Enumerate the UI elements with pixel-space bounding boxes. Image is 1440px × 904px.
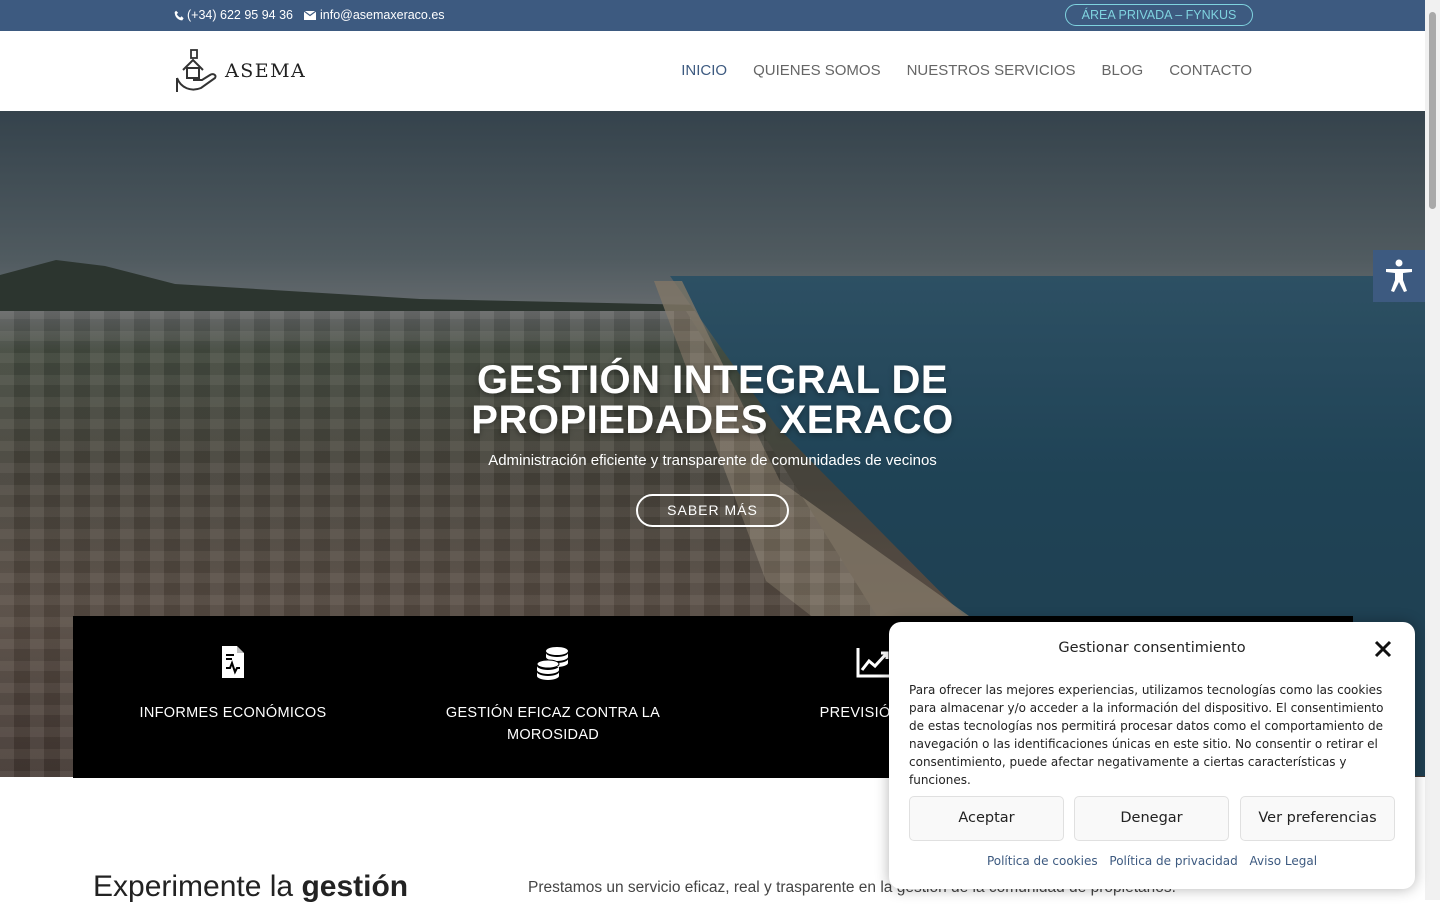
hero-subtitle: Administración eficiente y transparente …: [488, 452, 937, 469]
house-hand-logo-icon: [176, 49, 217, 92]
main-nav: INICIO QUIENES SOMOS NUESTROS SERVICIOS …: [681, 62, 1252, 79]
nav-item-quienes-somos[interactable]: QUIENES SOMOS: [753, 62, 881, 79]
page-scrollbar[interactable]: [1425, 0, 1440, 900]
envelope-icon: [304, 10, 316, 20]
close-icon[interactable]: [1373, 639, 1393, 659]
accept-button[interactable]: Aceptar: [909, 796, 1064, 841]
private-area-button[interactable]: ÁREA PRIVADA – FYNKUS: [1065, 4, 1253, 26]
feature-label: INFORMES ECONÓMICOS: [139, 705, 327, 721]
scrollbar-thumb[interactable]: [1429, 12, 1436, 209]
site-header: ASEMA INICIO QUIENES SOMOS NUESTROS SERV…: [0, 31, 1425, 111]
feature-label: GESTIÓN EFICAZ CONTRA LA MOROSIDAD: [445, 705, 661, 743]
cookie-policy-link[interactable]: Política de cookies: [987, 854, 1098, 868]
phone-number: (+34) 622 95 94 36: [187, 8, 293, 22]
hero-title-line-1: GESTIÓN INTEGRAL DE: [476, 358, 949, 402]
deny-button[interactable]: Denegar: [1074, 796, 1229, 841]
hero-title-line-2: PROPIEDADES XERACO: [471, 398, 954, 442]
privacy-policy-link[interactable]: Política de privacidad: [1109, 854, 1237, 868]
nav-item-contacto[interactable]: CONTACTO: [1169, 62, 1252, 79]
nav-item-inicio[interactable]: INICIO: [681, 62, 727, 79]
consent-links: Política de cookies Política de privacid…: [889, 854, 1415, 868]
saber-mas-button[interactable]: SABER MÁS: [636, 494, 789, 527]
phone-link[interactable]: (+34) 622 95 94 36: [174, 8, 293, 22]
section-heading-regular: Experimente la: [93, 870, 302, 903]
line-chart-icon: [856, 648, 889, 678]
accessibility-icon: [1386, 259, 1412, 292]
preferences-button[interactable]: Ver preferencias: [1240, 796, 1395, 841]
coins-icon: [536, 647, 568, 680]
legal-notice-link[interactable]: Aviso Legal: [1250, 854, 1318, 868]
nav-item-blog[interactable]: BLOG: [1102, 62, 1144, 79]
email-link[interactable]: info@asemaxeraco.es: [304, 8, 445, 22]
top-bar: (+34) 622 95 94 36 info@asemaxeraco.es Á…: [0, 0, 1425, 31]
site-logo[interactable]: ASEMA: [175, 48, 306, 94]
phone-icon: [174, 10, 184, 20]
document-chart-icon: [222, 646, 244, 678]
section-heading: Experimente la gestión: [93, 870, 408, 904]
logo-text: ASEMA: [225, 60, 307, 82]
consent-title: Gestionar consentimiento: [1058, 640, 1246, 656]
nav-item-nuestros-servicios[interactable]: NUESTROS SERVICIOS: [907, 62, 1076, 79]
consent-text: Para ofrecer las mejores experiencias, u…: [909, 683, 1384, 787]
section-heading-bold: gestión: [301, 870, 409, 903]
email-address: info@asemaxeraco.es: [320, 8, 445, 22]
accessibility-button[interactable]: [1373, 250, 1425, 302]
hero-title: GESTIÓN INTEGRAL DE PROPIEDADES XERACO: [0, 360, 1425, 440]
cookie-consent-dialog: Gestionar consentimiento Para ofrecer la…: [889, 622, 1415, 889]
